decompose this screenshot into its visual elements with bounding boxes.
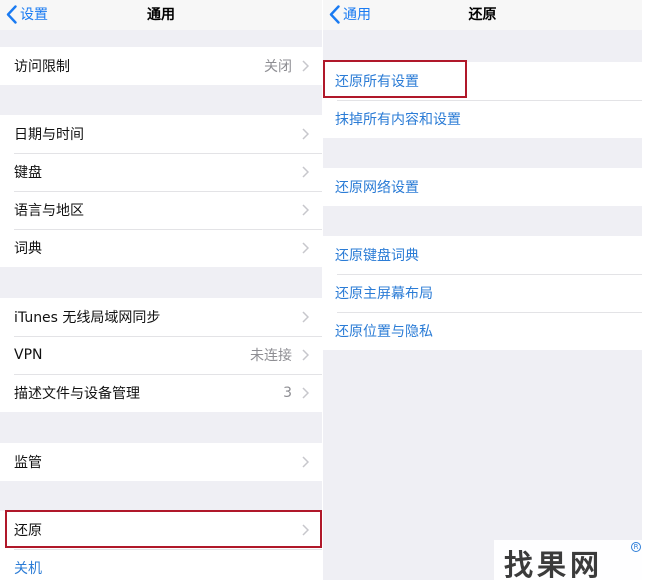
- chevron-right-icon: [302, 456, 309, 468]
- chevron-right-icon: [302, 242, 309, 254]
- settings-group: 监管: [0, 443, 322, 481]
- reset-network-settings-button[interactable]: 还原网络设置: [323, 168, 642, 206]
- reset-location-privacy-button[interactable]: 还原位置与隐私: [323, 312, 642, 350]
- row-label: 日期与时间: [14, 127, 84, 143]
- row-value: 3: [283, 385, 292, 401]
- page-title: 通用: [147, 7, 175, 23]
- keyboard-row[interactable]: 键盘: [0, 153, 322, 191]
- row-label: iTunes 无线局域网同步: [14, 310, 161, 326]
- navigation-bar: 设置 通用: [0, 0, 322, 30]
- settings-group: 访问限制 关闭: [0, 47, 322, 85]
- row-label: 描述文件与设备管理: [14, 386, 140, 402]
- row-label: 词典: [14, 241, 42, 257]
- row-label: VPN: [14, 347, 43, 363]
- chevron-right-icon: [302, 60, 309, 72]
- row-label: 访问限制: [14, 59, 70, 75]
- row-label: 还原: [14, 523, 42, 539]
- date-time-row[interactable]: 日期与时间: [0, 115, 322, 153]
- reset-actions-group: 还原键盘词典 还原主屏幕布局 还原位置与隐私: [323, 236, 642, 350]
- chevron-right-icon: [302, 204, 309, 216]
- row-label: 监管: [14, 455, 42, 471]
- reset-all-settings-button[interactable]: 还原所有设置: [323, 62, 642, 100]
- settings-group: 日期与时间 键盘 语言与地区 词典: [0, 115, 322, 267]
- action-label: 还原网络设置: [335, 180, 419, 196]
- general-settings-panel: 设置 通用 访问限制 关闭 日期与时间 键盘 语言与地区 词典 iTunes 无…: [0, 0, 322, 580]
- page-title: 还原: [468, 7, 497, 23]
- chevron-right-icon: [302, 524, 309, 536]
- restrictions-row[interactable]: 访问限制 关闭: [0, 47, 322, 85]
- chevron-right-icon: [302, 349, 309, 361]
- navigation-bar: 通用 还原: [323, 0, 642, 30]
- action-label: 还原主屏幕布局: [335, 286, 433, 302]
- reset-keyboard-dictionary-button[interactable]: 还原键盘词典: [323, 236, 642, 274]
- action-label: 还原所有设置: [335, 74, 419, 90]
- row-value: 关闭: [264, 59, 292, 75]
- chevron-right-icon: [302, 128, 309, 140]
- row-label: 键盘: [14, 165, 42, 181]
- settings-group: iTunes 无线局域网同步 VPN 未连接 描述文件与设备管理 3: [0, 298, 322, 412]
- row-label: 语言与地区: [14, 203, 84, 219]
- chevron-right-icon: [302, 166, 309, 178]
- reset-actions-group: 还原所有设置 抹掉所有内容和设置: [323, 62, 642, 138]
- itunes-wifi-sync-row[interactable]: iTunes 无线局域网同步: [0, 298, 322, 336]
- language-region-row[interactable]: 语言与地区: [0, 191, 322, 229]
- action-label: 抹掉所有内容和设置: [335, 112, 461, 128]
- watermark-text: 找果网: [504, 548, 604, 580]
- reset-panel: 通用 还原 还原所有设置 抹掉所有内容和设置 还原网络设置 还原键盘词典 还原主…: [323, 0, 642, 580]
- settings-group: 还原 关机: [0, 511, 322, 580]
- row-label: 关机: [14, 561, 42, 577]
- chevron-right-icon: [302, 387, 309, 399]
- profiles-device-management-row[interactable]: 描述文件与设备管理 3: [0, 374, 322, 412]
- supervision-row[interactable]: 监管: [0, 443, 322, 481]
- chevron-right-icon: [302, 311, 309, 323]
- dictionary-row[interactable]: 词典: [0, 229, 322, 267]
- vpn-row[interactable]: VPN 未连接: [0, 336, 322, 374]
- registered-mark-icon: R: [631, 542, 641, 552]
- reset-actions-group: 还原网络设置: [323, 168, 642, 206]
- reset-row[interactable]: 还原: [0, 511, 322, 549]
- action-label: 还原键盘词典: [335, 248, 419, 264]
- shut-down-row[interactable]: 关机: [0, 549, 322, 580]
- watermark-logo: 找果网 R: [494, 540, 645, 580]
- row-value: 未连接: [250, 348, 292, 364]
- action-label: 还原位置与隐私: [335, 324, 433, 340]
- erase-all-content-button[interactable]: 抹掉所有内容和设置: [323, 100, 642, 138]
- reset-home-screen-layout-button[interactable]: 还原主屏幕布局: [323, 274, 642, 312]
